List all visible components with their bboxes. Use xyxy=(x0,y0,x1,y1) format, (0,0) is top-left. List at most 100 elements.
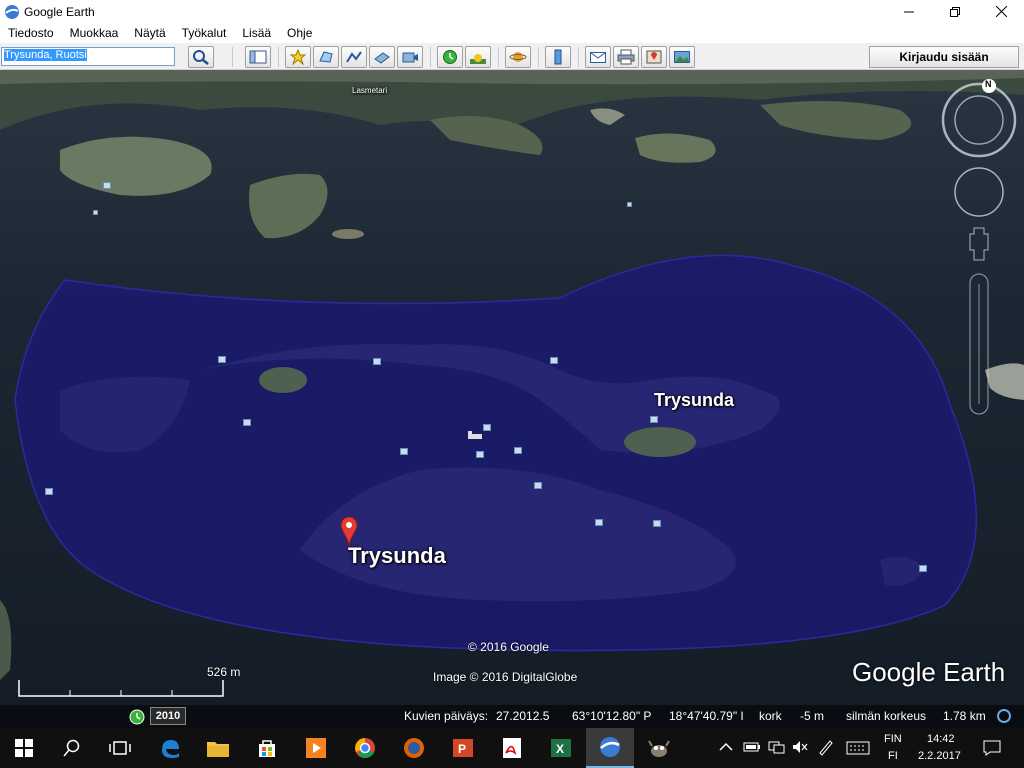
toolbar-separator xyxy=(278,47,279,67)
gimp-icon xyxy=(648,740,670,757)
print-icon xyxy=(617,49,635,65)
taskbar-acrobat[interactable] xyxy=(488,728,536,768)
sign-in-button[interactable]: Kirjaudu sisään xyxy=(869,46,1019,68)
add-polygon-button[interactable] xyxy=(313,46,339,68)
ruler-icon xyxy=(554,49,562,65)
task-view-button[interactable] xyxy=(96,728,144,768)
clock-time[interactable]: 14:42 xyxy=(927,733,955,745)
path-icon xyxy=(346,51,362,63)
notifications-icon[interactable] xyxy=(983,740,1001,756)
add-image-overlay-button[interactable] xyxy=(369,46,395,68)
search-button[interactable] xyxy=(188,46,214,68)
search-icon xyxy=(193,50,209,65)
menu-view[interactable]: Näytä xyxy=(126,26,173,40)
navigation-controls xyxy=(941,79,1017,415)
taskbar-google-earth[interactable] xyxy=(586,728,634,768)
start-button[interactable] xyxy=(0,728,48,768)
google-earth-icon xyxy=(600,737,620,757)
photo-placemark[interactable] xyxy=(103,182,111,189)
move-joystick[interactable] xyxy=(954,167,1004,217)
map-view[interactable]: Trysunda Trysunda Lasmetari © 2016 Googl… xyxy=(0,70,1024,728)
photo-placemark[interactable] xyxy=(93,210,98,215)
media-player-icon xyxy=(306,738,326,758)
photo-placemark[interactable] xyxy=(514,447,522,454)
save-image-button[interactable] xyxy=(669,46,695,68)
volume-muted-icon[interactable] xyxy=(791,739,809,755)
photo-placemark[interactable] xyxy=(919,565,927,572)
history-clock-icon[interactable] xyxy=(128,708,146,726)
taskbar-powerpoint[interactable]: P xyxy=(439,728,487,768)
menu-file[interactable]: Tiedosto xyxy=(0,26,62,40)
maps-icon xyxy=(646,50,662,64)
input-language-primary[interactable]: FIN xyxy=(884,733,902,745)
taskbar-file-explorer[interactable] xyxy=(194,728,242,768)
photo-placemark[interactable] xyxy=(400,448,408,455)
look-joystick[interactable] xyxy=(941,82,1017,158)
add-placemark-button[interactable] xyxy=(285,46,311,68)
imagery-year-badge[interactable]: 2010 xyxy=(150,707,186,725)
taskbar-firefox[interactable] xyxy=(390,728,438,768)
taskbar-gimp[interactable] xyxy=(635,728,683,768)
taskbar-excel[interactable]: X xyxy=(537,728,585,768)
switch-planet-button[interactable] xyxy=(505,46,531,68)
pen-workspace-icon[interactable] xyxy=(817,738,835,756)
streaming-indicator-icon xyxy=(997,709,1011,723)
photo-placemark[interactable] xyxy=(45,488,53,495)
input-language-secondary[interactable]: FI xyxy=(888,750,898,762)
toolbar-separator xyxy=(232,47,233,67)
minimize-button[interactable] xyxy=(886,0,932,23)
menu-help[interactable]: Ohje xyxy=(279,26,320,40)
ruler-button[interactable] xyxy=(545,46,571,68)
search-input[interactable]: Trysunda, Ruotsi xyxy=(1,47,175,66)
photo-placemark[interactable] xyxy=(550,357,558,364)
sidebar-toggle-button[interactable] xyxy=(245,46,271,68)
close-button[interactable] xyxy=(978,0,1024,23)
print-button[interactable] xyxy=(613,46,639,68)
folder-icon xyxy=(207,742,229,757)
menu-tools[interactable]: Työkalut xyxy=(174,26,235,40)
photo-placemark[interactable] xyxy=(627,202,632,207)
network-icon[interactable] xyxy=(768,739,786,755)
google-earth-logo-icon xyxy=(5,4,19,19)
battery-icon[interactable] xyxy=(743,740,761,754)
record-tour-button[interactable] xyxy=(397,46,423,68)
photo-placemark[interactable] xyxy=(218,356,226,363)
taskbar-store[interactable] xyxy=(243,728,291,768)
copyright-text: © 2016 Google xyxy=(468,640,549,654)
photo-placemark[interactable] xyxy=(653,520,661,527)
street-view-pegman-icon[interactable] xyxy=(969,227,989,261)
photo-placemark[interactable] xyxy=(373,358,381,365)
scale-bar xyxy=(18,680,224,697)
excel-icon: X xyxy=(551,739,571,757)
map-label-trysunda: Trysunda xyxy=(348,543,446,568)
chevron-up-icon[interactable] xyxy=(719,742,733,752)
toolbar-separator xyxy=(498,47,499,67)
photo-placemark[interactable] xyxy=(476,451,484,458)
photo-placemark[interactable] xyxy=(534,482,542,489)
taskbar-edge[interactable] xyxy=(146,728,194,768)
historical-imagery-button[interactable] xyxy=(437,46,463,68)
photo-placemark[interactable] xyxy=(243,419,251,426)
taskbar-chrome[interactable] xyxy=(341,728,389,768)
email-icon xyxy=(590,52,606,63)
svg-text:P: P xyxy=(458,742,466,756)
email-button[interactable] xyxy=(585,46,611,68)
maximize-button[interactable] xyxy=(932,0,978,23)
sunlight-button[interactable] xyxy=(465,46,491,68)
taskbar-search-button[interactable] xyxy=(48,728,96,768)
photo-placemark[interactable] xyxy=(650,416,658,423)
add-path-button[interactable] xyxy=(341,46,367,68)
taskbar-media-player[interactable] xyxy=(292,728,340,768)
photo-placemark[interactable] xyxy=(483,424,491,431)
toolbar-separator xyxy=(578,47,579,67)
photo-placemark[interactable] xyxy=(595,519,603,526)
menu-edit[interactable]: Muokkaa xyxy=(62,26,127,40)
touch-keyboard-icon[interactable] xyxy=(846,741,870,755)
edge-icon xyxy=(162,740,179,758)
google-earth-brand: Google Earth xyxy=(852,657,1006,687)
imagery-credit: Image © 2016 DigitalGlobe xyxy=(433,670,578,684)
view-in-maps-button[interactable] xyxy=(641,46,667,68)
menu-add[interactable]: Lisää xyxy=(234,26,279,40)
hotel-icon[interactable] xyxy=(467,429,483,441)
clock-date[interactable]: 2.2.2017 xyxy=(918,750,961,762)
